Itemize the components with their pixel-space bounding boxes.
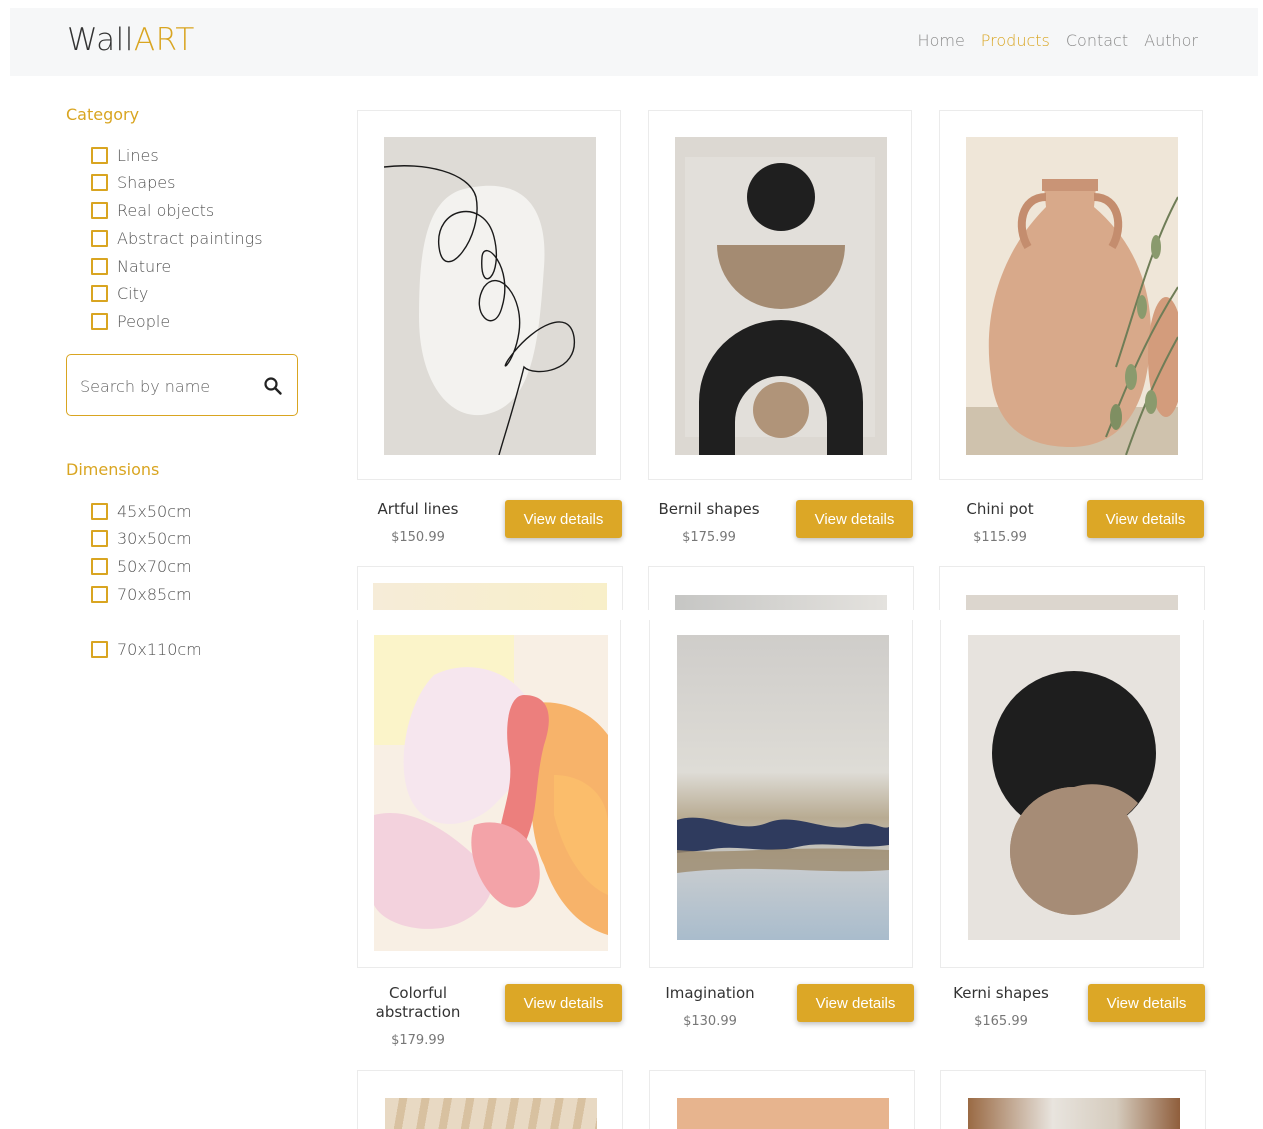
nav-contact[interactable]: Contact	[1066, 31, 1128, 50]
dimension-70x110[interactable]: 70x110cm	[91, 640, 202, 659]
product-image[interactable]	[677, 635, 889, 940]
product-card-preview	[939, 566, 1205, 610]
image-preview	[373, 583, 607, 610]
product-price: $179.99	[391, 1033, 445, 1048]
product-name: Colorful abstraction	[375, 984, 461, 1021]
product-price: $115.99	[973, 530, 1027, 545]
category-abstract-paintings[interactable]: Abstract paintings	[91, 229, 263, 248]
product-card-preview	[940, 1070, 1206, 1129]
dimensions-title: Dimensions	[66, 460, 160, 479]
image-preview	[968, 1098, 1180, 1129]
checkbox-label: Abstract paintings	[117, 229, 263, 248]
category-title: Category	[66, 105, 140, 124]
checkbox[interactable]	[91, 230, 108, 247]
product-card-preview	[357, 566, 623, 610]
logo-art: ART	[133, 22, 195, 58]
category-city[interactable]: City	[91, 284, 148, 303]
checkbox[interactable]	[91, 503, 108, 520]
dimension-50x70[interactable]: 50x70cm	[91, 557, 192, 576]
view-details-button[interactable]: View details	[505, 500, 622, 538]
product-name: Kerni shapes	[953, 984, 1049, 1002]
view-details-button[interactable]: View details	[505, 984, 622, 1022]
view-details-button[interactable]: View details	[1087, 500, 1204, 538]
view-details-button[interactable]: View details	[796, 500, 913, 538]
logo-wall: Wall	[67, 22, 134, 58]
product-price: $175.99	[682, 530, 736, 545]
checkbox-label: 50x70cm	[117, 557, 192, 576]
dimension-70x85[interactable]: 70x85cm	[91, 585, 192, 604]
checkbox[interactable]	[91, 586, 108, 603]
product-card-preview	[357, 1070, 623, 1129]
category-lines[interactable]: Lines	[91, 146, 159, 165]
product-card-preview	[649, 1070, 915, 1129]
nav-home[interactable]: Home	[918, 31, 965, 50]
checkbox-label: Shapes	[117, 173, 176, 192]
checkbox-label: Lines	[117, 146, 159, 165]
product-card-preview	[648, 566, 914, 610]
checkbox-label: 45x50cm	[117, 502, 192, 521]
dimension-45x50[interactable]: 45x50cm	[91, 502, 192, 521]
image-preview	[677, 1098, 889, 1129]
product-card[interactable]: Bernil shapes $175.99 View details	[648, 110, 913, 545]
product-card[interactable]: Colorful abstraction $179.99 View detail…	[357, 620, 622, 1048]
product-name: Imagination	[665, 984, 755, 1002]
checkbox-label: 70x85cm	[117, 585, 192, 604]
product-price: $150.99	[391, 530, 445, 545]
logo[interactable]: WallART	[67, 22, 195, 58]
checkbox[interactable]	[91, 202, 108, 219]
nav-author[interactable]: Author	[1144, 31, 1198, 50]
checkbox[interactable]	[91, 558, 108, 575]
product-image[interactable]	[966, 137, 1178, 455]
product-price: $165.99	[974, 1014, 1028, 1029]
top-navbar: WallART Home Products Contact Author	[10, 8, 1258, 76]
checkbox[interactable]	[91, 147, 108, 164]
product-image[interactable]	[968, 635, 1180, 940]
checkbox[interactable]	[91, 313, 108, 330]
checkbox[interactable]	[91, 258, 108, 275]
checkbox[interactable]	[91, 530, 108, 547]
category-real-objects[interactable]: Real objects	[91, 201, 214, 220]
nav-products[interactable]: Products	[981, 31, 1050, 50]
search-input[interactable]	[78, 371, 252, 401]
view-details-button[interactable]: View details	[1088, 984, 1205, 1022]
product-name: Chini pot	[966, 500, 1034, 518]
nav-menu: Home Products Contact Author	[918, 31, 1198, 50]
product-image[interactable]	[675, 137, 887, 455]
checkbox-label: Nature	[117, 257, 172, 276]
checkbox-label: 70x110cm	[117, 640, 202, 659]
image-preview	[385, 1098, 597, 1129]
dimension-30x50[interactable]: 30x50cm	[91, 529, 192, 548]
product-name: Bernil shapes	[658, 500, 760, 518]
checkbox-label: People	[117, 312, 171, 331]
checkbox-label: 30x50cm	[117, 529, 192, 548]
checkbox-label: City	[117, 284, 149, 303]
checkbox-label: Real objects	[117, 201, 215, 220]
search-icon[interactable]	[263, 376, 283, 396]
checkbox[interactable]	[91, 285, 108, 302]
product-name: Artful lines	[377, 500, 459, 518]
product-card[interactable]: Artful lines $150.99 View details	[357, 110, 622, 545]
view-details-button[interactable]: View details	[797, 984, 914, 1022]
product-card[interactable]: Imagination $130.99 View details	[649, 620, 914, 1029]
category-shapes[interactable]: Shapes	[91, 173, 175, 192]
product-card[interactable]: Kerni shapes $165.99 View details	[940, 620, 1205, 1029]
checkbox[interactable]	[91, 641, 108, 658]
image-preview	[966, 595, 1178, 610]
search-box	[66, 354, 298, 416]
category-people[interactable]: People	[91, 312, 170, 331]
product-card[interactable]: Chini pot $115.99 View details	[939, 110, 1204, 545]
checkbox[interactable]	[91, 174, 108, 191]
product-price: $130.99	[683, 1014, 737, 1029]
category-nature[interactable]: Nature	[91, 257, 171, 276]
image-preview	[675, 595, 887, 610]
product-image[interactable]	[374, 635, 608, 951]
product-image[interactable]	[384, 137, 596, 455]
